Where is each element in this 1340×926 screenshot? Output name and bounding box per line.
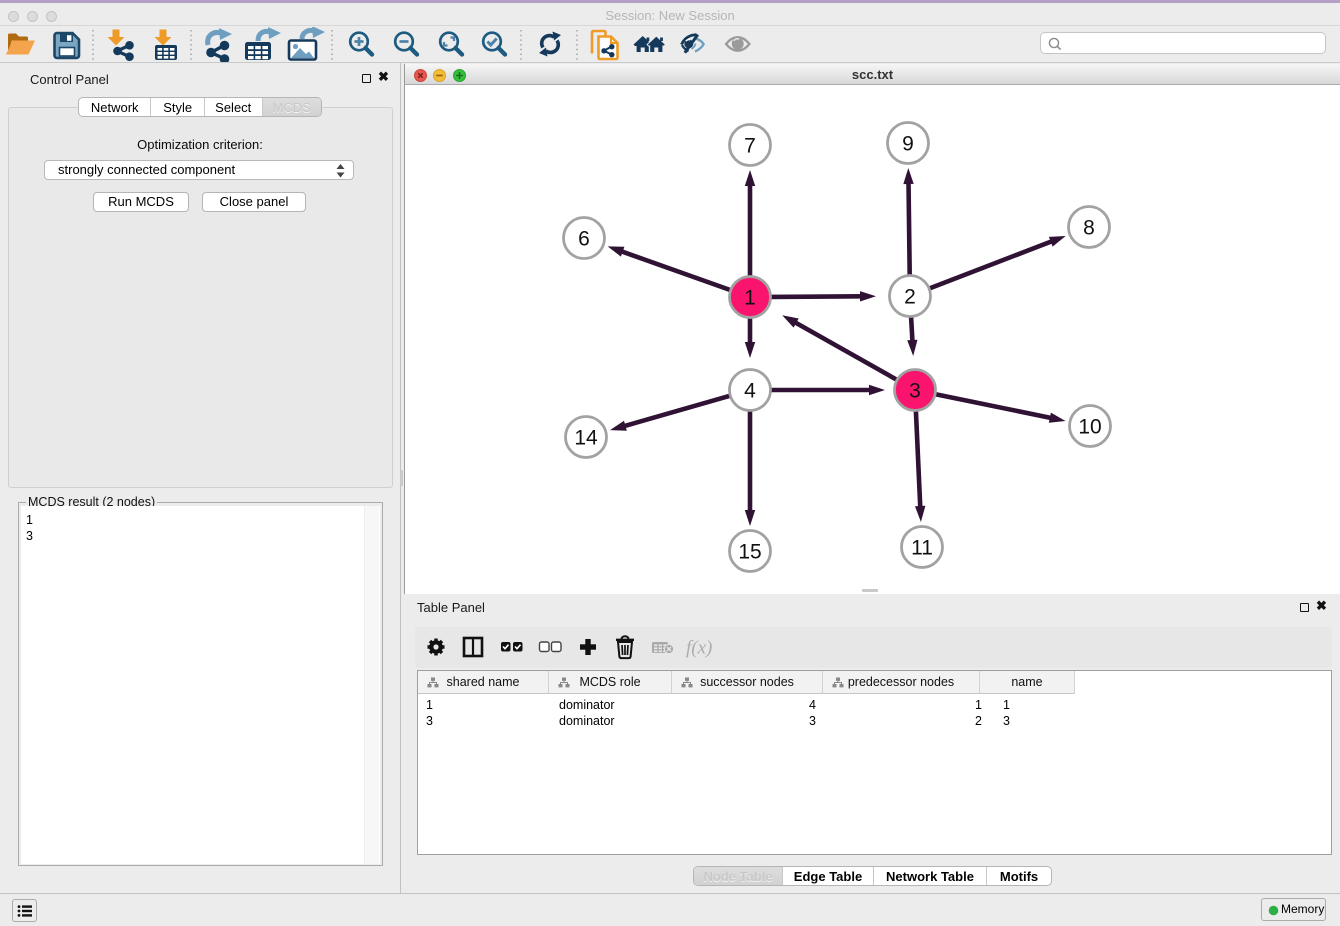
svg-text:14: 14	[574, 427, 598, 450]
svg-text:10: 10	[1078, 416, 1101, 439]
svg-text:8: 8	[1083, 217, 1095, 240]
svg-text:6: 6	[578, 228, 590, 251]
svg-text:2: 2	[904, 286, 916, 309]
svg-text:f(x): f(x)	[686, 638, 712, 659]
svg-text:11: 11	[911, 537, 933, 560]
svg-text:7: 7	[744, 135, 756, 158]
svg-text:15: 15	[738, 541, 761, 564]
svg-text:3: 3	[909, 380, 921, 403]
svg-text:1: 1	[744, 287, 756, 310]
svg-text:4: 4	[744, 380, 756, 403]
svg-text:9: 9	[902, 133, 914, 156]
